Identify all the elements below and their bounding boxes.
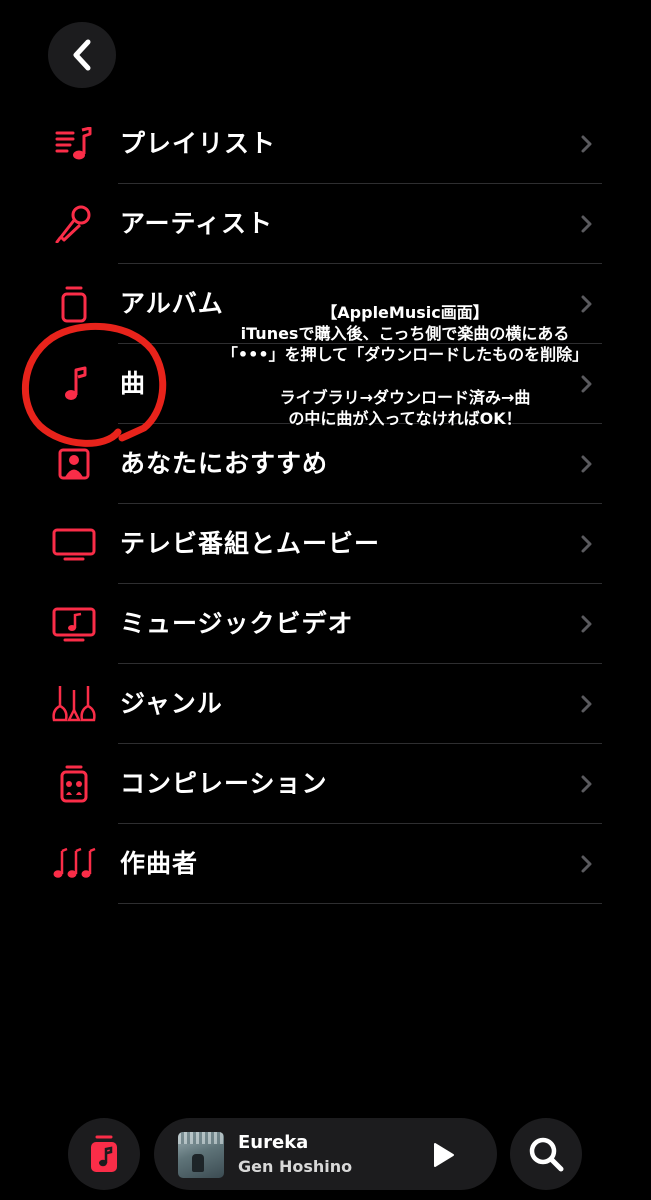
menu-item-playlists[interactable]: プレイリスト [0, 104, 651, 184]
track-title: Eureka [238, 1132, 309, 1153]
person-square-icon [50, 444, 98, 484]
music-note-icon [50, 364, 98, 404]
album-icon [50, 284, 98, 324]
annotation-line: ライブラリ→ダウンロード済み→曲 [279, 388, 531, 407]
menu-item-music-videos[interactable]: ミュージックビデオ [0, 584, 651, 664]
chevron-right-icon [581, 455, 592, 473]
chevron-right-icon [581, 135, 592, 153]
menu-item-genres[interactable]: ジャンル [0, 664, 651, 744]
library-icon [91, 1135, 117, 1172]
menu-item-label: 作曲者 [120, 849, 199, 878]
menu-item-label: 曲 [120, 369, 147, 398]
composer-notes-icon [50, 844, 98, 884]
menu-item-label: ジャンル [120, 689, 223, 718]
menu-item-artists[interactable]: アーティスト [0, 184, 651, 264]
annotation-line: の中に曲が入ってなければOK！ [288, 409, 522, 428]
chevron-right-icon [581, 215, 592, 233]
album-artwork [178, 1132, 224, 1178]
menu-item-made-for-you[interactable]: あなたにおすすめ [0, 424, 651, 504]
chevron-right-icon [581, 695, 592, 713]
chevron-left-icon [73, 39, 91, 71]
menu-item-label: アーティスト [120, 209, 274, 238]
chevron-right-icon [581, 855, 592, 873]
annotation-note: 【AppleMusic画面】 iTunesで購入後、こっち側で楽曲の横にある 「… [190, 302, 620, 429]
play-icon[interactable] [431, 1142, 455, 1168]
menu-item-label: コンピレーション [120, 769, 328, 798]
menu-item-label: プレイリスト [120, 129, 277, 158]
bottom-bar: Eureka Gen Hoshino [0, 1115, 651, 1195]
menu-item-composers[interactable]: 作曲者 [0, 824, 651, 904]
annotation-line: iTunesで購入後、こっち側で楽曲の横にある [240, 324, 570, 343]
chevron-right-icon [581, 775, 592, 793]
chevron-right-icon [581, 615, 592, 633]
microphone-icon [50, 204, 98, 244]
track-artist: Gen Hoshino [238, 1157, 353, 1176]
menu-item-label: ミュージックビデオ [120, 609, 354, 638]
library-button[interactable] [68, 1118, 140, 1190]
divider [118, 903, 602, 904]
annotation-line: 「•••」を押して「ダウンロードしたものを削除」 [221, 345, 589, 364]
back-button[interactable] [48, 22, 116, 88]
annotation-line: 【AppleMusic画面】 [321, 303, 489, 322]
search-button[interactable] [510, 1118, 582, 1190]
search-icon [529, 1137, 564, 1172]
library-menu: プレイリスト アーティスト アルバム 曲 あなたにおすすめ テレビ番組とムービー… [0, 104, 651, 904]
mini-player[interactable]: Eureka Gen Hoshino [154, 1118, 497, 1190]
menu-item-label: テレビ番組とムービー [120, 529, 381, 558]
menu-item-compilations[interactable]: コンピレーション [0, 744, 651, 824]
menu-item-tv-movies[interactable]: テレビ番組とムービー [0, 504, 651, 584]
tv-icon [50, 524, 98, 564]
playlist-icon [50, 124, 98, 164]
menu-item-label: あなたにおすすめ [120, 449, 329, 478]
music-video-icon [50, 604, 98, 644]
chevron-right-icon [581, 535, 592, 553]
guitars-icon [50, 684, 98, 724]
compilation-icon [50, 764, 98, 804]
